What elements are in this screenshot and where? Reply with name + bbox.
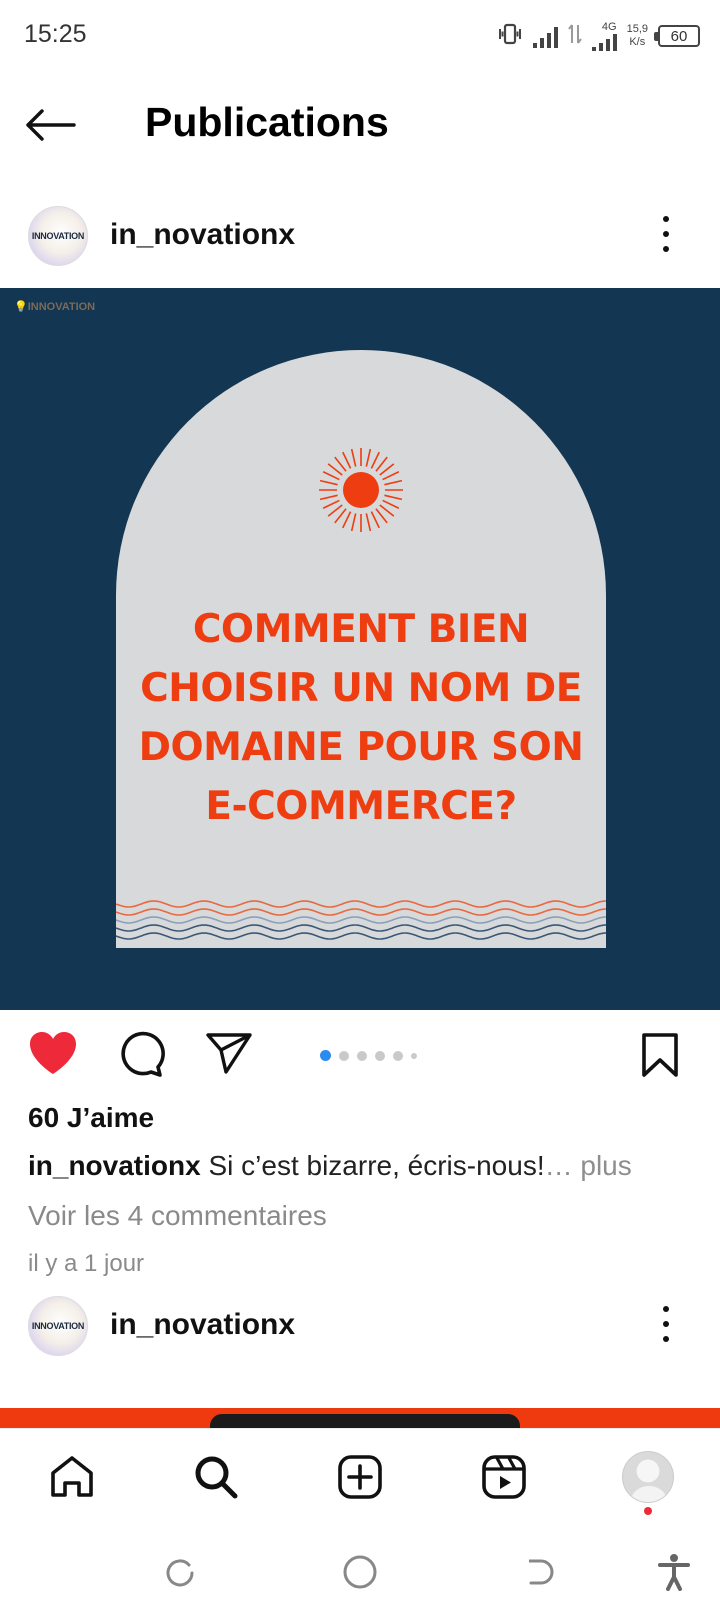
system-recents-button[interactable] bbox=[158, 1550, 202, 1594]
post-timestamp: il y a 1 jour bbox=[28, 1250, 145, 1277]
carousel-dot bbox=[320, 1050, 331, 1061]
comment-button[interactable] bbox=[117, 1030, 173, 1080]
battery-level: 60 bbox=[670, 27, 688, 45]
dot-icon bbox=[663, 216, 669, 222]
arch-shape: COMMENT BIEN CHOISIR UN NOM DE DOMAINE P… bbox=[116, 350, 606, 948]
system-navigation bbox=[0, 1530, 720, 1612]
accessibility-icon bbox=[658, 1554, 690, 1591]
search-icon bbox=[195, 1456, 238, 1499]
carousel-dot bbox=[357, 1050, 367, 1061]
status-time: 15:25 bbox=[24, 20, 87, 48]
network-speed: 15,9 K/s bbox=[626, 23, 648, 48]
dot-icon bbox=[663, 231, 669, 237]
home-circle-icon bbox=[343, 1555, 377, 1589]
nav-profile-button[interactable] bbox=[620, 1449, 676, 1505]
post-username[interactable]: in_novationx bbox=[110, 218, 295, 252]
likes-count[interactable]: 60 J’aime bbox=[28, 1102, 154, 1134]
caption-more-link[interactable]: … plus bbox=[545, 1150, 632, 1181]
dot-icon bbox=[663, 246, 669, 252]
image-headline: COMMENT BIEN CHOISIR UN NOM DE DOMAINE P… bbox=[138, 607, 584, 829]
reels-icon bbox=[482, 1455, 526, 1499]
system-accessibility-button[interactable] bbox=[652, 1550, 696, 1594]
caption-username[interactable]: in_novationx bbox=[28, 1150, 201, 1181]
save-button[interactable] bbox=[640, 1032, 690, 1082]
carousel-dot bbox=[411, 1052, 417, 1059]
next-post-username[interactable]: in_novationx bbox=[110, 1308, 295, 1342]
nav-home-button[interactable] bbox=[44, 1449, 100, 1505]
wave-pattern bbox=[116, 900, 606, 940]
vibrate-icon bbox=[497, 22, 523, 51]
like-button[interactable] bbox=[28, 1030, 84, 1080]
battery-icon: 60 bbox=[654, 25, 700, 47]
sun-icon bbox=[319, 448, 403, 532]
dot-icon bbox=[663, 1321, 669, 1327]
share-button[interactable] bbox=[205, 1030, 261, 1080]
carousel-dot bbox=[339, 1050, 349, 1061]
home-icon bbox=[51, 1456, 93, 1497]
post-image[interactable]: 💡INNOVATION COMMENT BIEN CHOISIR UN NOM … bbox=[0, 288, 720, 1010]
carousel-dot bbox=[375, 1050, 385, 1061]
caption: in_novationx Si c’est bizarre, écris-nou… bbox=[28, 1150, 632, 1182]
heart-icon bbox=[30, 1032, 76, 1074]
back-icon bbox=[529, 1559, 554, 1585]
network-type: 4G bbox=[601, 21, 617, 33]
carousel-indicator bbox=[320, 1050, 417, 1061]
data-transfer-icon bbox=[567, 22, 582, 51]
next-more-options-button[interactable] bbox=[654, 1302, 678, 1346]
carousel-dot bbox=[393, 1050, 403, 1061]
notification-dot bbox=[644, 1507, 652, 1515]
bookmark-icon bbox=[642, 1033, 678, 1077]
dot-icon bbox=[663, 1336, 669, 1342]
page-title: Publications bbox=[145, 99, 389, 145]
status-icons: 4G 15,9 K/s 60 bbox=[497, 16, 700, 56]
system-home-button[interactable] bbox=[338, 1550, 382, 1594]
more-options-button[interactable] bbox=[654, 212, 678, 256]
image-logo: 💡INNOVATION bbox=[14, 301, 96, 313]
caption-text: Si c’est bizarre, écris-nous! bbox=[208, 1150, 545, 1181]
nav-reels-button[interactable] bbox=[476, 1449, 532, 1505]
status-bar: 15:25 4G 15,9 K/s 60 bbox=[0, 0, 720, 70]
next-post-header: INNOVATION in_novationx bbox=[0, 1286, 720, 1366]
action-bar bbox=[0, 1020, 720, 1090]
nav-create-button[interactable] bbox=[332, 1449, 388, 1505]
comment-icon bbox=[121, 1031, 165, 1077]
signal-2-icon bbox=[591, 33, 617, 51]
next-post-avatar[interactable]: INNOVATION bbox=[28, 1296, 88, 1356]
arrow-left-icon bbox=[26, 109, 76, 141]
dot-icon bbox=[663, 1306, 669, 1312]
create-icon bbox=[338, 1455, 382, 1499]
back-button[interactable] bbox=[24, 100, 84, 150]
view-comments-link[interactable]: Voir les 4 commentaires bbox=[28, 1200, 327, 1232]
recents-icon bbox=[166, 1559, 194, 1587]
post-avatar[interactable]: INNOVATION bbox=[28, 206, 88, 266]
send-icon bbox=[206, 1033, 252, 1074]
system-back-button[interactable] bbox=[518, 1550, 562, 1594]
lightbulb-icon: 💡 bbox=[14, 301, 28, 313]
bottom-navigation bbox=[0, 1428, 720, 1528]
nav-search-button[interactable] bbox=[188, 1449, 244, 1505]
post-header: INNOVATION in_novationx bbox=[0, 196, 720, 276]
signal-1-icon bbox=[532, 24, 558, 48]
profile-avatar bbox=[622, 1451, 674, 1503]
